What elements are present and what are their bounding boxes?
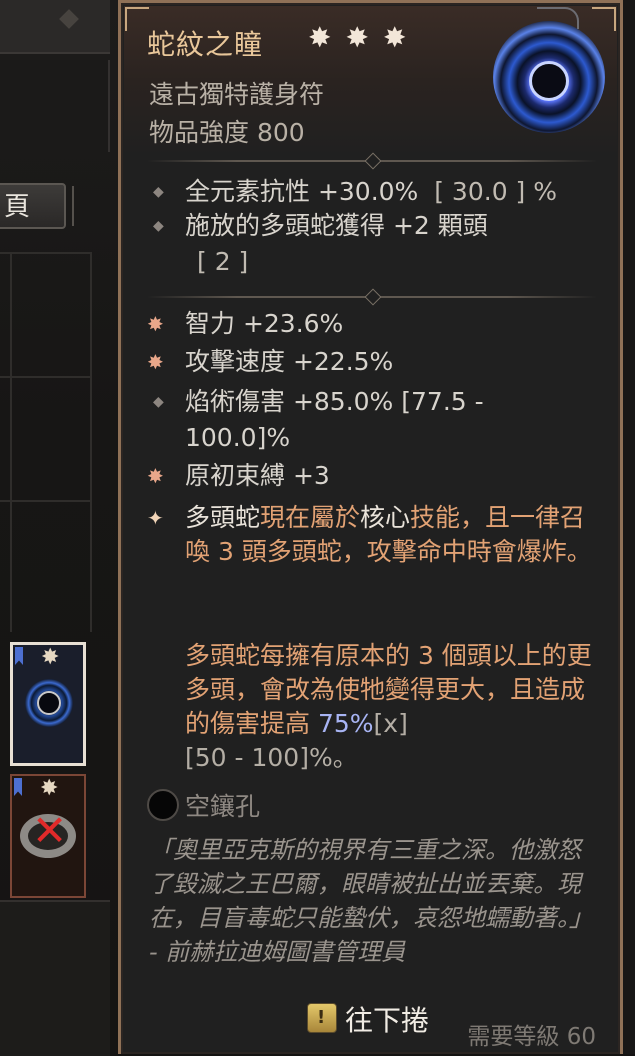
rarity-stars: ✸ ✸ ✸ bbox=[308, 21, 420, 54]
unique-spark-icon: ✦ bbox=[147, 506, 164, 530]
diamond-bullet-icon: ◆ bbox=[153, 184, 164, 200]
grid-line bbox=[0, 252, 90, 254]
divider bbox=[147, 152, 597, 170]
stat-range: [ 2 ] bbox=[197, 247, 249, 276]
frame-corner bbox=[592, 7, 616, 31]
keyword-core: 核心 bbox=[360, 503, 411, 532]
greater-affix-icon: ✸ bbox=[147, 350, 164, 374]
eye-icon bbox=[529, 61, 569, 101]
greater-affix-icon: ✸ bbox=[147, 312, 164, 336]
diamond-bullet-icon: ◆ bbox=[153, 394, 164, 410]
inventory-header bbox=[0, 0, 110, 54]
amulet-image bbox=[493, 7, 605, 133]
unique-effect-paragraph-1: 多頭蛇現在屬於核心技能，且一律召喚 3 頭多頭蛇，攻擊命中時會爆炸。 bbox=[185, 501, 605, 569]
key-glyph: ! bbox=[317, 1007, 326, 1028]
item-tooltip: 蛇紋之瞳 ✸ ✸ ✸ 遠古獨特護身符 物品強度 800 ◆ 全元素抗性 +30.0%… bbox=[118, 0, 623, 1054]
stat-text: 攻擊速度 +22.5% bbox=[185, 347, 394, 376]
unique-range: [50 - 100]% bbox=[185, 743, 333, 772]
item-title: 蛇紋之瞳 bbox=[147, 28, 264, 61]
stat-text: 施放的多頭蛇獲得 +2 顆頭 bbox=[185, 211, 488, 240]
unique-value: 75% bbox=[317, 709, 374, 738]
greater-affix-icon: ✸ bbox=[147, 464, 164, 488]
socket-label: 空鑲孔 bbox=[185, 792, 261, 821]
grid-line bbox=[0, 500, 90, 502]
inventory-tab-label: 頁 bbox=[4, 192, 31, 222]
inventory-grid bbox=[0, 252, 92, 632]
chain-icon bbox=[537, 7, 579, 29]
unusable-x-icon: ✕ bbox=[32, 806, 68, 855]
item-type: 遠古獨特護身符 bbox=[149, 80, 325, 109]
header-gem-icon bbox=[59, 9, 79, 29]
grid-line bbox=[0, 376, 90, 378]
amulet-slot[interactable]: ✸ bbox=[10, 642, 86, 766]
grid-line bbox=[10, 252, 12, 632]
unique-text: 。 bbox=[332, 743, 358, 772]
bookmark-icon bbox=[14, 778, 22, 796]
required-level: 需要等級 60 bbox=[467, 1024, 596, 1050]
key-prompt-icon: ! bbox=[307, 1003, 337, 1033]
stat-text: 焰術傷害 +85.0% [77.5 - bbox=[185, 387, 484, 416]
stat-text: 原初束縛 +3 bbox=[185, 461, 330, 490]
divider bbox=[147, 288, 597, 306]
stat-text: 100.0]% bbox=[185, 423, 291, 452]
inventory-panel: 頁 ✸ ✸ ✕ bbox=[0, 0, 120, 1056]
inventory-upper-area bbox=[0, 60, 110, 152]
unique-range: [x] bbox=[373, 709, 408, 738]
inventory-tab-button[interactable]: 頁 bbox=[0, 183, 66, 229]
flavor-text: 「奧里亞克斯的視界有三重之深。他激怒了毀滅之王巴爾，眼睛被扯出並丟棄。現在，目盲… bbox=[149, 836, 593, 966]
star-icon: ✸ bbox=[345, 21, 369, 54]
stat-text: 智力 +23.6% bbox=[185, 309, 344, 338]
unique-star-icon: ✸ bbox=[41, 645, 60, 670]
scroll-down-label: 往下捲 bbox=[345, 1004, 430, 1037]
divider-knot-icon bbox=[364, 288, 382, 306]
right-edge bbox=[623, 0, 635, 1054]
star-icon: ✸ bbox=[308, 21, 332, 54]
unique-star-icon: ✸ bbox=[40, 776, 59, 801]
item-power: 物品強度 800 bbox=[149, 118, 305, 147]
star-icon: ✸ bbox=[382, 21, 407, 54]
diamond-bullet-icon: ◆ bbox=[153, 218, 164, 234]
tab-arrow-icon bbox=[72, 186, 88, 226]
bookmark-icon bbox=[15, 647, 23, 665]
stat-range: [ 30.0 ] % bbox=[434, 177, 558, 206]
crosshair-icon bbox=[37, 691, 61, 715]
stat-text: 全元素抗性 +30.0% bbox=[185, 177, 419, 206]
unique-text: 現在屬於 bbox=[260, 503, 361, 532]
keyword-hydra: 多頭蛇 bbox=[185, 503, 261, 532]
frame-corner bbox=[125, 7, 149, 31]
empty-socket-icon bbox=[147, 789, 179, 821]
unique-effect-paragraph-2: 多頭蛇每擁有原本的 3 個頭以上的更多頭，會改為使牠變得更大，且造成的傷害提高 … bbox=[185, 639, 605, 775]
inventory-lower-area bbox=[0, 900, 110, 1056]
ring-slot[interactable]: ✸ ✕ bbox=[10, 774, 86, 898]
